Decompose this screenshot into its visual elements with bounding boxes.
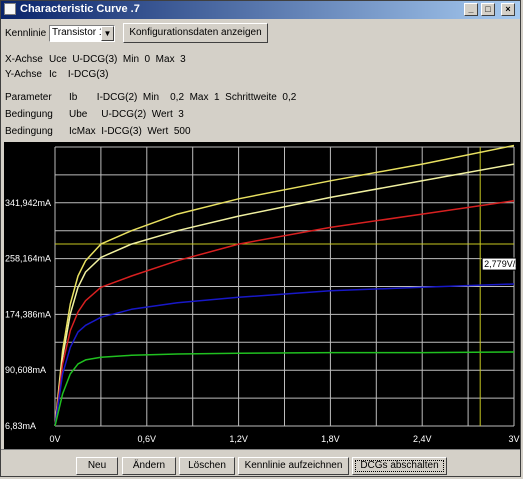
kennlinie-aufzeichnen-button[interactable]: Kennlinie aufzeichnen <box>238 457 349 475</box>
kennlinie-label: Kennlinie <box>5 28 47 39</box>
y-tick-label: 90,608mA <box>5 365 46 375</box>
window-title: Characteristic Curve .7 <box>20 3 140 15</box>
config-button[interactable]: Konfigurationsdaten anzeigen <box>123 23 268 43</box>
chevron-down-icon[interactable]: ▼ <box>101 26 114 41</box>
y-tick-label: 174,386mA <box>5 309 51 319</box>
bedingung-ube-info: Ube U-DCG(2) Wert 3 <box>69 109 184 120</box>
x-tick-label: 0V <box>49 434 60 444</box>
parameter-prefix: Parameter <box>5 92 52 103</box>
transistor-select[interactable]: Transistor 1 ▼ <box>49 25 115 42</box>
close-icon[interactable]: × <box>501 3 515 16</box>
y-tick-label: 258,164mA <box>5 254 51 264</box>
loeschen-button[interactable]: Löschen <box>179 457 235 475</box>
cursor-label: 2,779V/2 <box>484 259 520 269</box>
bedingung-ube-prefix: Bedingung <box>5 109 53 120</box>
app-icon <box>4 3 16 15</box>
x-tick-label: 1,8V <box>321 434 340 444</box>
separator <box>1 449 520 450</box>
title-bar: Characteristic Curve .7 _ □ × <box>1 1 520 19</box>
minimize-icon[interactable]: _ <box>464 3 478 16</box>
aendern-button[interactable]: Ändern <box>122 457 176 475</box>
x-achse-info: Uce U-DCG(3) Min 0 Max 3 <box>49 54 186 65</box>
dcgs-abschalten-button[interactable]: DCGs abschalten <box>352 457 447 475</box>
transistor-select-value: Transistor 1 <box>52 27 105 38</box>
y-tick-label: 6,83mA <box>5 421 36 431</box>
x-tick-label: 0,6V <box>138 434 157 444</box>
x-tick-label: 1,2V <box>229 434 248 444</box>
x-achse-prefix: X-Achse <box>5 54 43 65</box>
bedingung-icmax-prefix: Bedingung <box>5 126 53 137</box>
x-tick-label: 3V <box>508 434 519 444</box>
maximize-icon[interactable]: □ <box>481 3 495 16</box>
y-achse-info: Ic I-DCG(3) <box>49 69 109 80</box>
y-achse-prefix: Y-Achse <box>5 69 42 80</box>
characteristic-curve-chart[interactable]: 6,83mA 90,608mA 174,386mA 258,164mA 341,942m… <box>4 142 520 449</box>
x-tick-label: 2,4V <box>413 434 432 444</box>
parameter-info: Ib I-DCG(2) Min 0,2 Max 1 Schrittweite 0… <box>69 92 297 103</box>
bedingung-icmax-info: IcMax I-DCG(3) Wert 500 <box>69 126 191 137</box>
neu-button[interactable]: Neu <box>76 457 118 475</box>
app-window: Characteristic Curve .7 _ □ × Kennlinie … <box>0 0 521 477</box>
y-tick-label: 341,942mA <box>5 198 51 208</box>
